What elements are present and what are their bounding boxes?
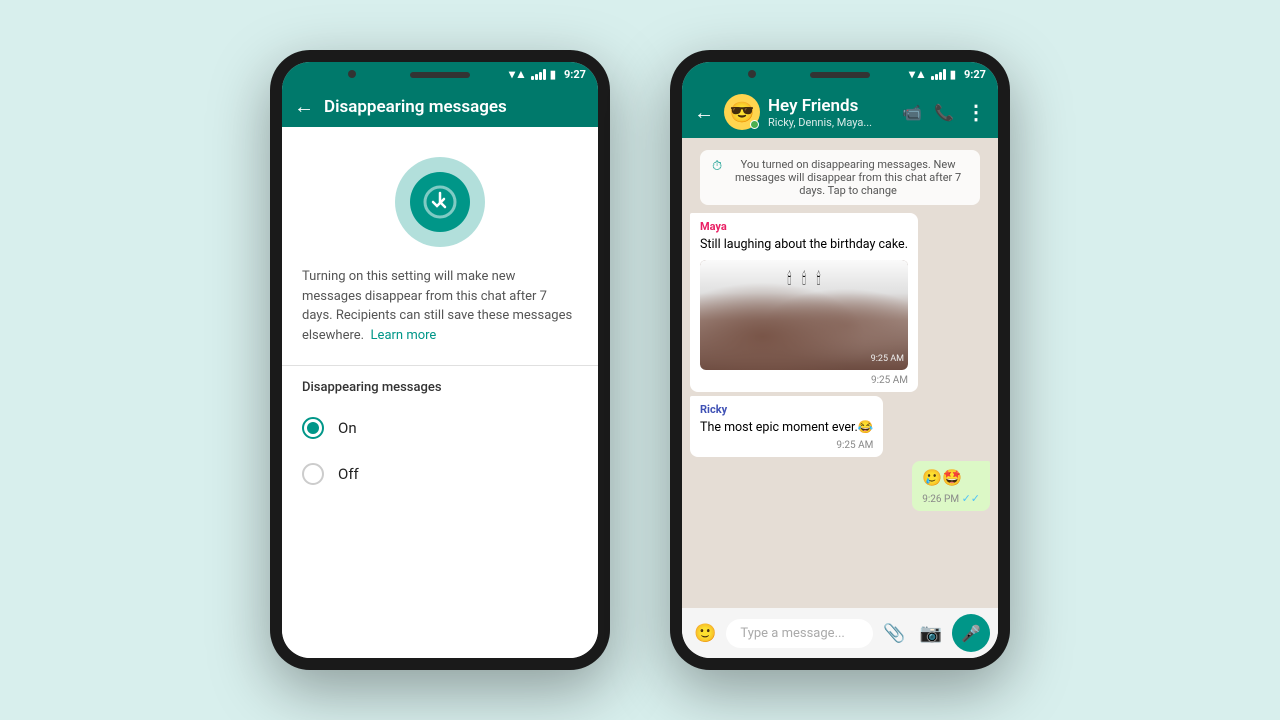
dm-option-on[interactable]: On [282,405,598,451]
chat-input-bar: 🙂 Type a message... 📎 📷 🎤 [682,608,998,658]
radio-on[interactable] [302,417,324,439]
speaker-left [410,72,470,78]
clock-icon: ⏱ [712,159,722,174]
dm-option-label-off: Off [338,465,359,483]
wifi-icon-right: ▾▲ [909,67,927,81]
bubble-sender-ricky: Ricky [700,402,873,417]
back-button-right[interactable]: ← [694,100,714,125]
status-icons-right: ▾▲ ▮ 9:27 [909,67,986,81]
candle-2: 🕯 [802,268,807,290]
mic-button[interactable]: 🎤 [952,614,990,652]
dm-option-off[interactable]: Off [282,451,598,497]
wa-header-right: ← 😎 Hey Friends Ricky, Dennis, Maya... 📹… [682,86,998,138]
radio-off[interactable] [302,463,324,485]
camera-button[interactable]: 📷 [916,619,946,648]
time-right: 9:27 [964,68,986,81]
group-avatar: 😎 [724,94,760,130]
system-message-text: You turned on disappearing messages. New… [728,158,968,197]
bubble-time-maya: 9:25 AM [700,374,908,388]
system-message[interactable]: ⏱ You turned on disappearing messages. N… [700,150,980,205]
bubble-text-ricky: The most epic moment ever.😂 [700,420,873,435]
candle-3: 🕯 [816,268,821,290]
learn-more-link[interactable]: Learn more [371,328,437,343]
wifi-icon: ▾▲ [509,67,527,81]
online-indicator [750,120,759,129]
time-left: 9:27 [564,68,586,81]
phone-inner-right: ▾▲ ▮ 9:27 ← 😎 [682,62,998,658]
cake-image: 🕯 🕯 🕯 9:25 AM [700,260,908,370]
voice-call-icon[interactable]: 📞 [934,103,954,122]
attach-button[interactable]: 📎 [879,619,909,648]
emoji-button[interactable]: 🙂 [690,619,720,648]
image-time-maya: 9:25 AM [871,353,904,366]
message-input[interactable]: Type a message... [726,619,873,648]
chat-title: Hey Friends [768,96,902,116]
signal-icon-left [531,69,546,80]
bubble-text-sent: 🥲🤩 [922,468,962,487]
double-check-icon: ✓✓ [962,492,980,505]
bubble-time-sent: 9:26 PM ✓✓ [922,491,980,507]
signal-icon-right [931,69,946,80]
camera-right [748,70,756,78]
bubble-time-ricky: 9:25 AM [700,439,873,453]
dm-icon-circle [395,157,485,247]
cake-candles: 🕯 🕯 🕯 [787,268,821,290]
timer-check-icon [423,185,457,219]
battery-icon-left: ▮ [550,68,556,81]
more-options-icon[interactable]: ⋮ [966,100,986,124]
candle-1: 🕯 [787,268,792,290]
dm-description: Turning on this setting will make new me… [282,267,598,366]
wa-header-left: ← Disappearing messages [282,86,598,127]
chat-header-icons: 📹 📞 ⋮ [902,100,986,124]
dm-content: Turning on this setting will make new me… [282,127,598,658]
chat-subtitle: Ricky, Dennis, Maya... [768,116,902,129]
phone-inner-left: ▾▲ ▮ 9:27 ← Disappearing messages [282,62,598,658]
header-title-left: Disappearing messages [324,97,586,117]
back-button-left[interactable]: ← [294,94,314,119]
battery-icon-right: ▮ [950,68,956,81]
bubble-sender-maya: Maya [700,219,908,234]
dm-section-title: Disappearing messages [282,366,598,405]
message-ricky: Ricky The most epic moment ever.😂 9:25 A… [690,396,883,457]
chat-area: ⏱ You turned on disappearing messages. N… [682,138,998,608]
sent-time-text: 9:26 PM [922,494,959,505]
mic-icon: 🎤 [961,624,981,643]
dm-icon-area [282,127,598,267]
input-placeholder: Type a message... [740,626,844,641]
message-maya: Maya Still laughing about the birthday c… [690,213,918,392]
dm-option-label-on: On [338,419,357,437]
scene: ▾▲ ▮ 9:27 ← Disappearing messages [0,0,1280,720]
radio-inner-on [307,422,319,434]
chat-header-info: Hey Friends Ricky, Dennis, Maya... [768,96,902,129]
phone-right: ▾▲ ▮ 9:27 ← 😎 [670,50,1010,670]
camera-left [348,70,356,78]
dm-icon-inner [410,172,470,232]
speaker-right [810,72,870,78]
phone-left: ▾▲ ▮ 9:27 ← Disappearing messages [270,50,610,670]
video-call-icon[interactable]: 📹 [902,103,922,122]
dm-description-text: Turning on this setting will make new me… [302,269,572,343]
message-sent: 🥲🤩 9:26 PM ✓✓ [912,461,990,511]
status-icons-left: ▾▲ ▮ 9:27 [509,67,586,81]
bubble-text-maya: Still laughing about the birthday cake. [700,237,908,252]
